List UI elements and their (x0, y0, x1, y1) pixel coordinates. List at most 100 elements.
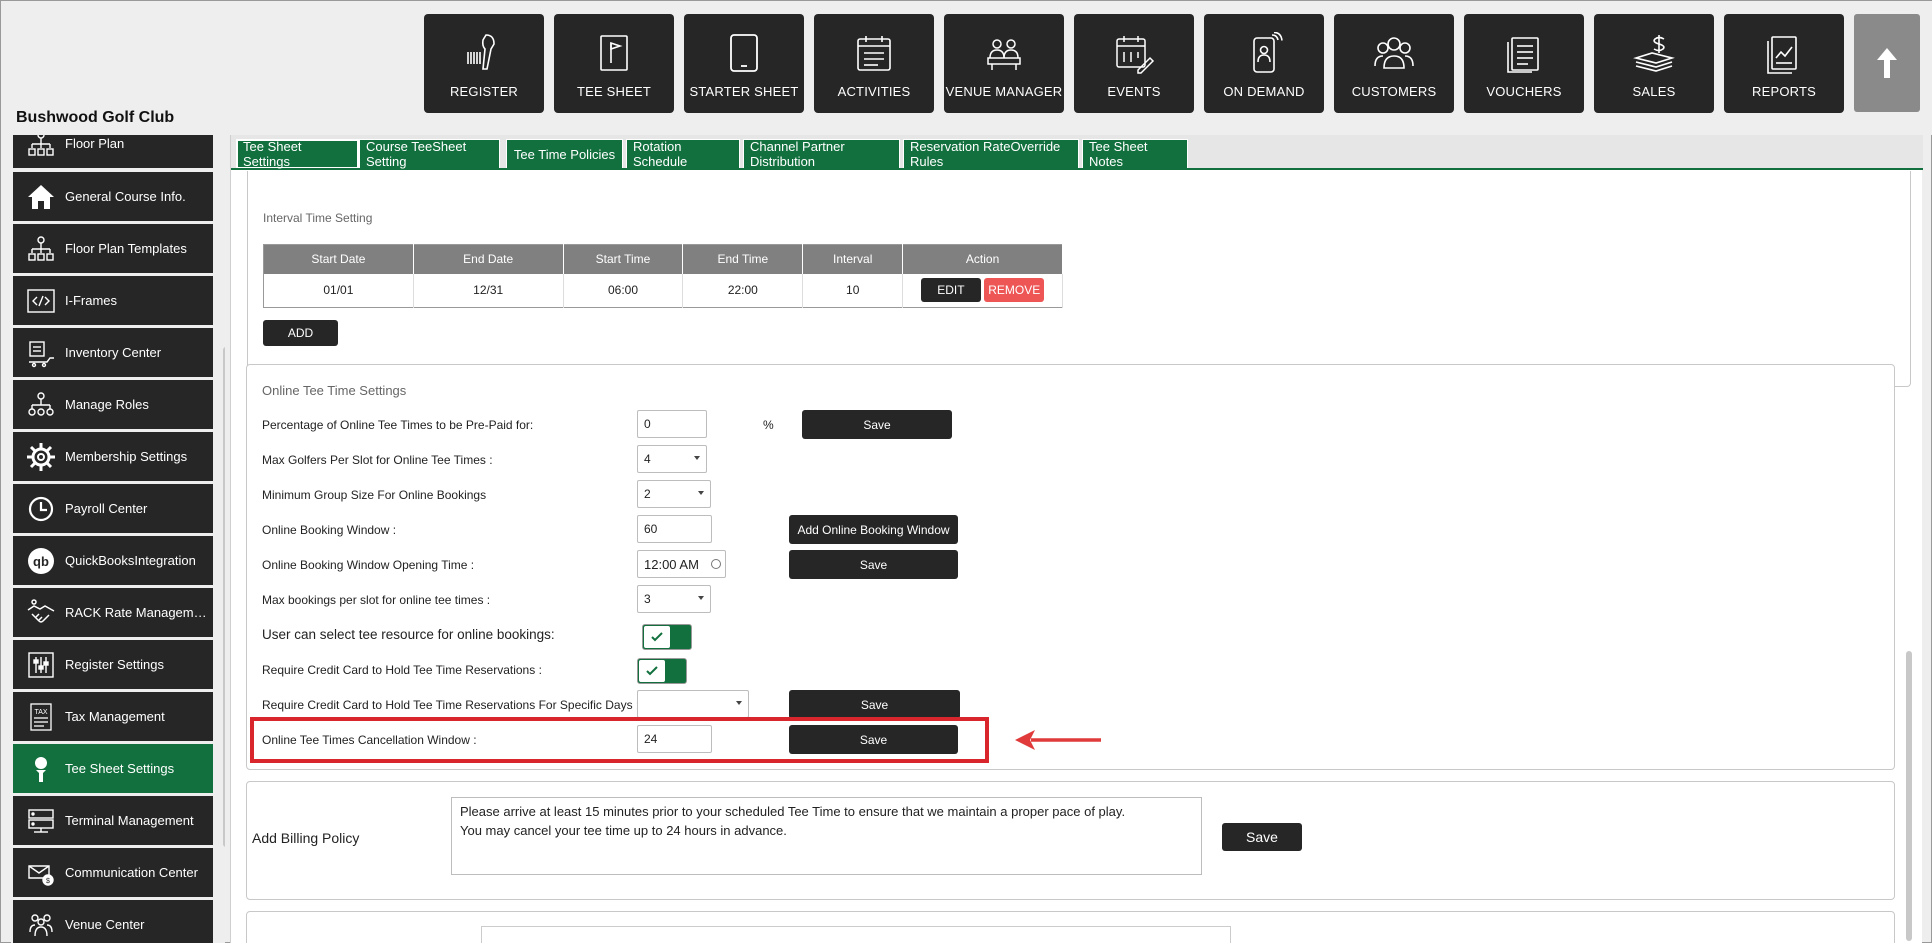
chevron-down-icon (736, 701, 742, 705)
sidebar-scrollbar[interactable] (223, 347, 225, 847)
chevron-down-icon (698, 596, 704, 600)
cell-end-time: 22:00 (682, 273, 804, 308)
max-bookings-select[interactable]: 3 (637, 585, 711, 613)
require-cc-days-label: Require Credit Card to Hold Tee Time Res… (262, 698, 640, 712)
sidebar-item-terminal-management[interactable]: Terminal Management (13, 796, 213, 845)
nav-label: VENUE MANAGER (945, 84, 1063, 99)
prepaid-label: Percentage of Online Tee Times to be Pre… (262, 418, 534, 432)
nav-register-button[interactable]: REGISTER (424, 14, 544, 113)
min-group-label: Minimum Group Size For Online Bookings (262, 488, 487, 502)
tab-course-teesheet-setting[interactable]: Course TeeSheet Setting (359, 139, 500, 169)
add-online-booking-window-button[interactable]: Add Online Booking Window (789, 515, 958, 544)
arrow-up-icon (1877, 48, 1897, 78)
tab-rotation-schedule[interactable]: Rotation Schedule (626, 139, 740, 169)
sidebar-item-general-course-info[interactable]: General Course Info. (13, 172, 213, 221)
roles-icon (23, 387, 59, 423)
nav-reports-button[interactable]: REPORTS (1724, 14, 1844, 113)
require-cc-days-select[interactable] (637, 690, 749, 718)
sidebar-item-payroll-center[interactable]: Payroll Center (13, 484, 213, 533)
sidebar-item-quickbooks-integration[interactable]: qb QuickBooksIntegration (13, 536, 213, 585)
save-require-cc-days-button[interactable]: Save (789, 690, 960, 719)
header: Bushwood Golf Club REGISTER TEE SHEET ST… (1, 1, 1932, 135)
sidebar-item-venue-center[interactable]: Venue Center (13, 900, 213, 943)
tax-icon: TAX (23, 699, 59, 735)
nav-customers-button[interactable]: CUSTOMERS (1334, 14, 1454, 113)
select-resource-label: User can select tee resource for online … (262, 627, 555, 642)
edit-button[interactable]: EDIT (920, 278, 981, 303)
nav-starter-sheet-button[interactable]: STARTER SHEET (684, 14, 804, 113)
venue-icon (23, 907, 59, 943)
sidebar-item-label: Manage Roles (65, 397, 149, 412)
save-billing-policy-button[interactable]: Save (1222, 823, 1302, 851)
prepaid-percentage-input[interactable]: 0 (637, 410, 707, 438)
select-resource-toggle[interactable] (642, 624, 692, 650)
home-icon (23, 179, 59, 215)
column-header: End Date (413, 244, 564, 274)
save-prepaid-button[interactable]: Save (802, 410, 952, 439)
sidebar: Floor Plan General Course Info. Floor Pl… (11, 135, 225, 943)
column-header: Start Date (263, 244, 414, 274)
booking-window-input[interactable]: 60 (637, 515, 712, 543)
add-interval-button[interactable]: ADD (263, 320, 338, 346)
communication-icon: $ (23, 855, 59, 891)
tab-tee-sheet-notes[interactable]: Tee Sheet Notes (1082, 139, 1188, 169)
column-header: End Time (682, 244, 804, 274)
scroll-to-top-button[interactable] (1854, 14, 1920, 112)
nav-events-button[interactable]: EVENTS (1074, 14, 1194, 113)
sidebar-item-label: Tax Management (65, 709, 165, 724)
max-golfers-label: Max Golfers Per Slot for Online Tee Time… (262, 453, 493, 467)
sidebar-item-label: General Course Info. (65, 189, 186, 204)
sidebar-item-rack-rate-management[interactable]: RACK Rate Management (13, 588, 213, 637)
nav-tee-sheet-button[interactable]: TEE SHEET (554, 14, 674, 113)
nav-sales-button[interactable]: SALES (1594, 14, 1714, 113)
sidebar-item-label: RACK Rate Management (65, 605, 211, 620)
calendar-list-icon (852, 32, 896, 74)
sidebar-item-communication-center[interactable]: $ Communication Center (13, 848, 213, 897)
nav-on-demand-button[interactable]: ON DEMAND (1204, 14, 1324, 113)
sidebar-item-tax-management[interactable]: TAX Tax Management (13, 692, 213, 741)
nav-vouchers-button[interactable]: VOUCHERS (1464, 14, 1584, 113)
handshake-icon (23, 595, 59, 631)
nav-label: REPORTS (1751, 84, 1816, 99)
tablet-icon (722, 32, 766, 74)
tab-reservation-rate-override-rules[interactable]: Reservation RateOverride Rules (903, 139, 1079, 169)
max-golfers-select[interactable]: 4 (637, 445, 707, 473)
sidebar-item-i-frames[interactable]: I-Frames (13, 276, 213, 325)
remove-button[interactable]: REMOVE (984, 278, 1045, 303)
next-panel-input[interactable] (481, 926, 1231, 943)
nav-activities-button[interactable]: ACTIVITIES (814, 14, 934, 113)
nav-label: TEE SHEET (576, 84, 652, 99)
settings-tabs: Tee Sheet Settings Course TeeSheet Setti… (231, 135, 1923, 170)
require-cc-toggle[interactable] (637, 658, 687, 684)
sidebar-item-inventory-center[interactable]: Inventory Center (13, 328, 213, 377)
code-icon (23, 283, 59, 319)
min-group-select[interactable]: 2 (637, 480, 711, 508)
save-opening-time-button[interactable]: Save (789, 550, 958, 579)
sidebar-item-label: Communication Center (65, 865, 198, 880)
sidebar-item-membership-settings[interactable]: Membership Settings (13, 432, 213, 481)
opening-time-input[interactable]: 12:00 AM (637, 550, 726, 578)
sidebar-item-tee-sheet-settings[interactable]: Tee Sheet Settings (13, 744, 213, 793)
billing-policy-textarea[interactable]: Please arrive at least 15 minutes prior … (451, 797, 1202, 875)
sidebar-item-floor-plan-templates[interactable]: Floor Plan Templates (13, 224, 213, 273)
flag-sheet-icon (592, 32, 636, 74)
nav-venue-manager-button[interactable]: VENUE MANAGER (944, 14, 1064, 113)
column-header: Interval (802, 244, 904, 274)
nav-label: ON DEMAND (1223, 84, 1305, 99)
main-scrollbar[interactable] (1906, 651, 1912, 941)
sidebar-item-manage-roles[interactable]: Manage Roles (13, 380, 213, 429)
floor-plan-icon (23, 135, 59, 162)
tab-tee-sheet-settings[interactable]: Tee Sheet Settings (236, 139, 359, 169)
require-cc-label: Require Credit Card to Hold Tee Time Res… (262, 663, 542, 677)
tab-channel-partner-distribution[interactable]: Channel Partner Distribution (743, 139, 900, 169)
sidebar-item-label: Terminal Management (65, 813, 194, 828)
arrow-left-icon (1013, 728, 1103, 757)
golf-tee-icon (23, 751, 59, 787)
sidebar-item-floor-plan[interactable]: Floor Plan (13, 135, 213, 168)
sidebar-item-register-settings[interactable]: Register Settings (13, 640, 213, 689)
sidebar-item-label: Venue Center (65, 917, 145, 932)
select-value: 3 (644, 592, 651, 606)
tab-tee-time-policies[interactable]: Tee Time Policies (506, 139, 623, 168)
time-value: 12:00 AM (644, 556, 699, 572)
report-chart-icon (1762, 32, 1806, 74)
